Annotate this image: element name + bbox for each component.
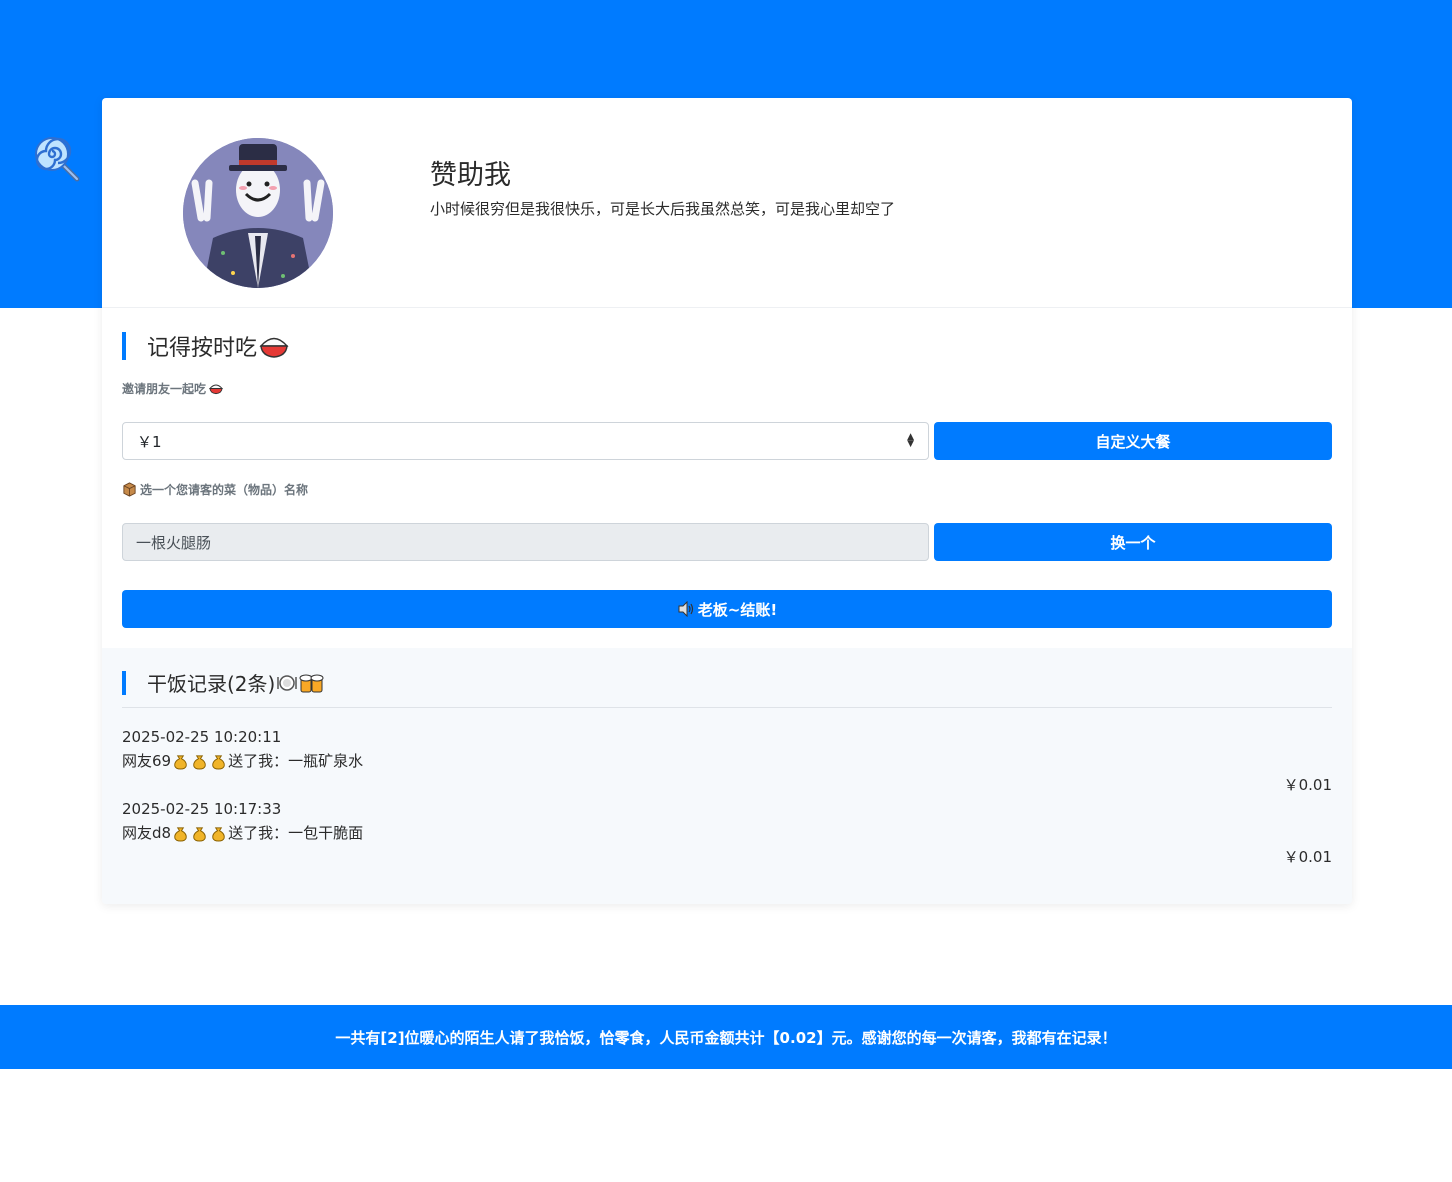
speaker-icon [678,601,693,617]
section-accent-bar [122,332,126,360]
page-title: 赞助我 [430,160,511,191]
record-time: 2025-02-25 10:20:11 [122,728,282,746]
rice-bowl-icon [209,384,224,395]
money-bag-icon [212,826,225,841]
checkout-button-label: 老板~结账! [697,600,778,619]
order-section-title: 记得按时吃 [147,330,289,362]
item-hint: 选一个您请客的菜（物品）名称 [122,481,308,498]
footer-summary: 一共有[2]位暖心的陌生人请了我恰饭，恰零食，人民币金额共计【0.02】元。感谢… [0,1005,1452,1069]
item-hint-text: 选一个您请客的菜（物品）名称 [140,483,309,497]
footer-summary-text: 一共有[2]位暖心的陌生人请了我恰饭，恰零食，人民币金额共计【0.02】元。感谢… [335,1028,1117,1047]
record-user: 网友d8 [122,824,172,842]
record-text: 送了我：一瓶矿泉水 [228,752,364,770]
money-bag-icon [174,826,187,841]
money-bag-icon [193,754,206,769]
records-divider [122,707,1332,708]
record-message: 网友d8 送了我：一包干脆面 [122,821,1332,845]
record-message: 网友69 送了我：一瓶矿泉水 [122,749,1332,773]
order-section-header: 记得按时吃 [122,330,289,362]
checkout-button[interactable]: 老板~结账! [122,590,1332,628]
plate-icon [277,674,298,691]
order-section-title-text: 记得按时吃 [147,336,258,361]
records-section-title: 干饭记录(2条) [147,668,325,697]
beer-icon [299,674,324,692]
money-bag-icon [193,826,206,841]
records-section: 干饭记录(2条) 2025-02-25 10:20:11 网友69 送了我：一瓶… [102,648,1352,904]
item-name-field[interactable]: 一根火腿肠 [122,523,929,561]
invite-hint: 邀请朋友一起吃 [122,380,224,397]
money-bag-icon [174,754,187,769]
record-item: 2025-02-25 10:17:33 网友d8 送了我：一包干脆面 ￥0.01 [122,797,1332,869]
record-amount: ￥0.01 [1283,848,1332,866]
record-item: 2025-02-25 10:20:11 网友69 送了我：一瓶矿泉水 ￥0.01 [122,725,1332,797]
records-section-header: 干饭记录(2条) [122,668,325,697]
amount-select[interactable]: ￥1 ▲ ▼ [122,422,929,460]
record-user: 网友69 [122,752,172,770]
profile-section: 赞助我 小时候很穷但是我很快乐，可是长大后我虽然总笑，可是我心里却空了 [102,98,1352,308]
amount-select-value: ￥1 [137,432,162,451]
package-icon [123,482,136,497]
select-arrows-icon: ▲ ▼ [907,432,914,449]
avatar [183,138,333,288]
rice-bowl-icon [259,337,289,358]
money-bag-icon [212,754,225,769]
change-item-button[interactable]: 换一个 [934,523,1332,561]
sponsor-card: 赞助我 小时候很穷但是我很快乐，可是长大后我虽然总笑，可是我心里却空了 记得按时… [102,98,1352,904]
item-name-value: 一根火腿肠 [136,533,212,552]
record-time: 2025-02-25 10:17:33 [122,800,282,818]
lollipop-icon [35,137,80,182]
section-accent-bar [122,670,126,695]
page-subtitle: 小时候很穷但是我很快乐，可是长大后我虽然总笑，可是我心里却空了 [430,200,896,218]
invite-hint-text: 邀请朋友一起吃 [122,382,207,396]
record-text: 送了我：一包干脆面 [228,824,364,842]
custom-meal-button[interactable]: 自定义大餐 [934,422,1332,460]
records-section-title-text: 干饭记录(2条) [147,672,276,696]
record-amount: ￥0.01 [1283,776,1332,794]
